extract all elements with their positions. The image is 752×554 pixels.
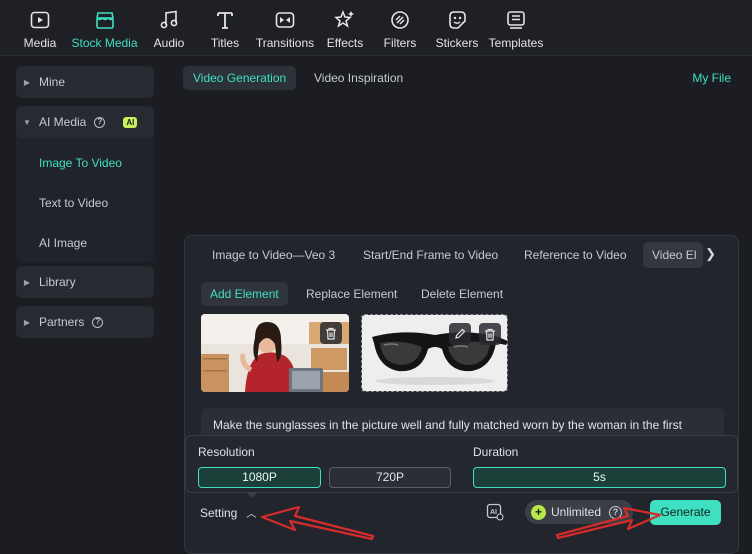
- toolbar-stickers-label: Stickers: [435, 36, 479, 50]
- toolbar-transitions[interactable]: Transitions: [256, 0, 314, 56]
- caret-right-icon: ▶: [23, 77, 31, 87]
- duration-label: Duration: [473, 445, 519, 459]
- toolbar-stock-media[interactable]: Stock Media: [71, 0, 138, 56]
- toolbar-filters[interactable]: Filters: [383, 0, 417, 56]
- caret-down-icon: ▼: [23, 117, 31, 127]
- titles-icon: [214, 9, 236, 31]
- sidebar-ai-media-label: AI Media: [39, 115, 87, 129]
- sidebar-library-label: Library: [39, 275, 76, 289]
- stickers-icon: [446, 9, 468, 31]
- caret-right-icon: ▶: [23, 277, 31, 287]
- unlimited-label: Unlimited: [551, 505, 602, 519]
- popup-notch: [246, 492, 258, 498]
- toolbar-templates-label: Templates: [488, 36, 544, 50]
- sidebar-item-text-to-video[interactable]: Text to Video: [39, 196, 108, 210]
- caret-right-icon: ▶: [23, 317, 31, 327]
- toolbar-titles[interactable]: Titles: [210, 0, 240, 56]
- sidebar-item-ai-media[interactable]: ▼ AI Media ? AI: [16, 106, 154, 138]
- sidebar-item-partners[interactable]: ▶ Partners ?: [16, 306, 154, 338]
- trash-icon: [326, 327, 336, 340]
- sidebar-mine-label: Mine: [39, 75, 66, 89]
- chevron-right-icon[interactable]: ❯: [705, 246, 716, 262]
- sidebar-partners-label: Partners: [39, 315, 85, 329]
- svg-text:AI: AI: [490, 509, 497, 516]
- toolbar-effects[interactable]: Effects: [326, 0, 364, 56]
- toolbar-stock-media-label: Stock Media: [71, 36, 138, 50]
- my-file-link[interactable]: My File: [692, 71, 731, 85]
- sidebar-item-mine[interactable]: ▶ Mine: [16, 66, 154, 98]
- tab-video-generation[interactable]: Video Generation: [183, 66, 297, 90]
- help-icon[interactable]: ?: [92, 316, 104, 328]
- sidebar-item-library[interactable]: ▶ Library: [16, 266, 154, 298]
- audio-icon: [158, 9, 180, 31]
- plus-icon: +: [531, 504, 546, 520]
- help-icon[interactable]: ?: [94, 116, 106, 128]
- setting-toggle-button[interactable]: Setting ︿: [200, 505, 257, 521]
- help-icon[interactable]: ?: [609, 505, 623, 519]
- media-icon: [29, 9, 51, 31]
- chevron-up-icon: ︿: [246, 509, 257, 520]
- subtab-add-element[interactable]: Add Element: [201, 282, 288, 306]
- tab-image-to-video-veo3[interactable]: Image to Video—Veo 3: [212, 242, 335, 268]
- ai-badge: AI: [123, 116, 138, 128]
- toolbar-titles-label: Titles: [210, 36, 240, 50]
- toolbar-media-label: Media: [23, 36, 57, 50]
- toolbar-templates[interactable]: Templates: [488, 0, 544, 56]
- toolbar-stickers[interactable]: Stickers: [435, 0, 479, 56]
- duration-5s-option[interactable]: 5s: [473, 467, 726, 488]
- top-toolbar: Media Stock Media Audio Titles Transitio…: [0, 0, 752, 56]
- delete-thumbnail-button[interactable]: [320, 322, 342, 344]
- toolbar-audio[interactable]: Audio: [152, 0, 186, 56]
- element-thumbnail[interactable]: [361, 314, 508, 392]
- toolbar-filters-label: Filters: [383, 36, 417, 50]
- templates-icon: [505, 9, 527, 31]
- delete-element-button[interactable]: [479, 323, 501, 345]
- resolution-label: Resolution: [198, 445, 255, 459]
- sidebar-item-image-to-video[interactable]: Image To Video: [39, 156, 122, 170]
- subtab-delete-element[interactable]: Delete Element: [412, 282, 512, 306]
- effects-icon: [334, 9, 356, 31]
- resolution-720p-option[interactable]: 720P: [329, 467, 451, 488]
- toolbar-media[interactable]: Media: [22, 0, 58, 56]
- video-thumbnail[interactable]: [201, 314, 349, 392]
- edit-element-button[interactable]: [449, 323, 471, 345]
- tab-video-inspiration[interactable]: Video Inspiration: [304, 66, 413, 90]
- generate-button[interactable]: Generate: [650, 500, 721, 525]
- toolbar-audio-label: Audio: [153, 36, 185, 50]
- toolbar-transitions-label: Transitions: [255, 36, 315, 50]
- tab-video-element[interactable]: Video El: [643, 242, 703, 268]
- ai-enhance-icon[interactable]: AI: [486, 503, 504, 521]
- sidebar-item-ai-image[interactable]: AI Image: [39, 236, 87, 250]
- stock-media-icon: [94, 9, 116, 31]
- tab-start-end-frame[interactable]: Start/End Frame to Video: [363, 242, 498, 268]
- transitions-icon: [274, 9, 296, 31]
- filters-icon: [389, 9, 411, 31]
- toolbar-effects-label: Effects: [326, 36, 364, 50]
- tab-reference-to-video[interactable]: Reference to Video: [524, 242, 627, 268]
- trash-icon: [485, 328, 495, 341]
- setting-label: Setting: [200, 505, 238, 520]
- subtab-replace-element[interactable]: Replace Element: [297, 282, 406, 306]
- resolution-1080p-option[interactable]: 1080P: [198, 467, 321, 488]
- pencil-icon: [455, 328, 466, 339]
- unlimited-credits-badge[interactable]: + Unlimited ?: [525, 500, 633, 524]
- settings-popup: Resolution 1080P 720P Duration 5s: [185, 435, 738, 493]
